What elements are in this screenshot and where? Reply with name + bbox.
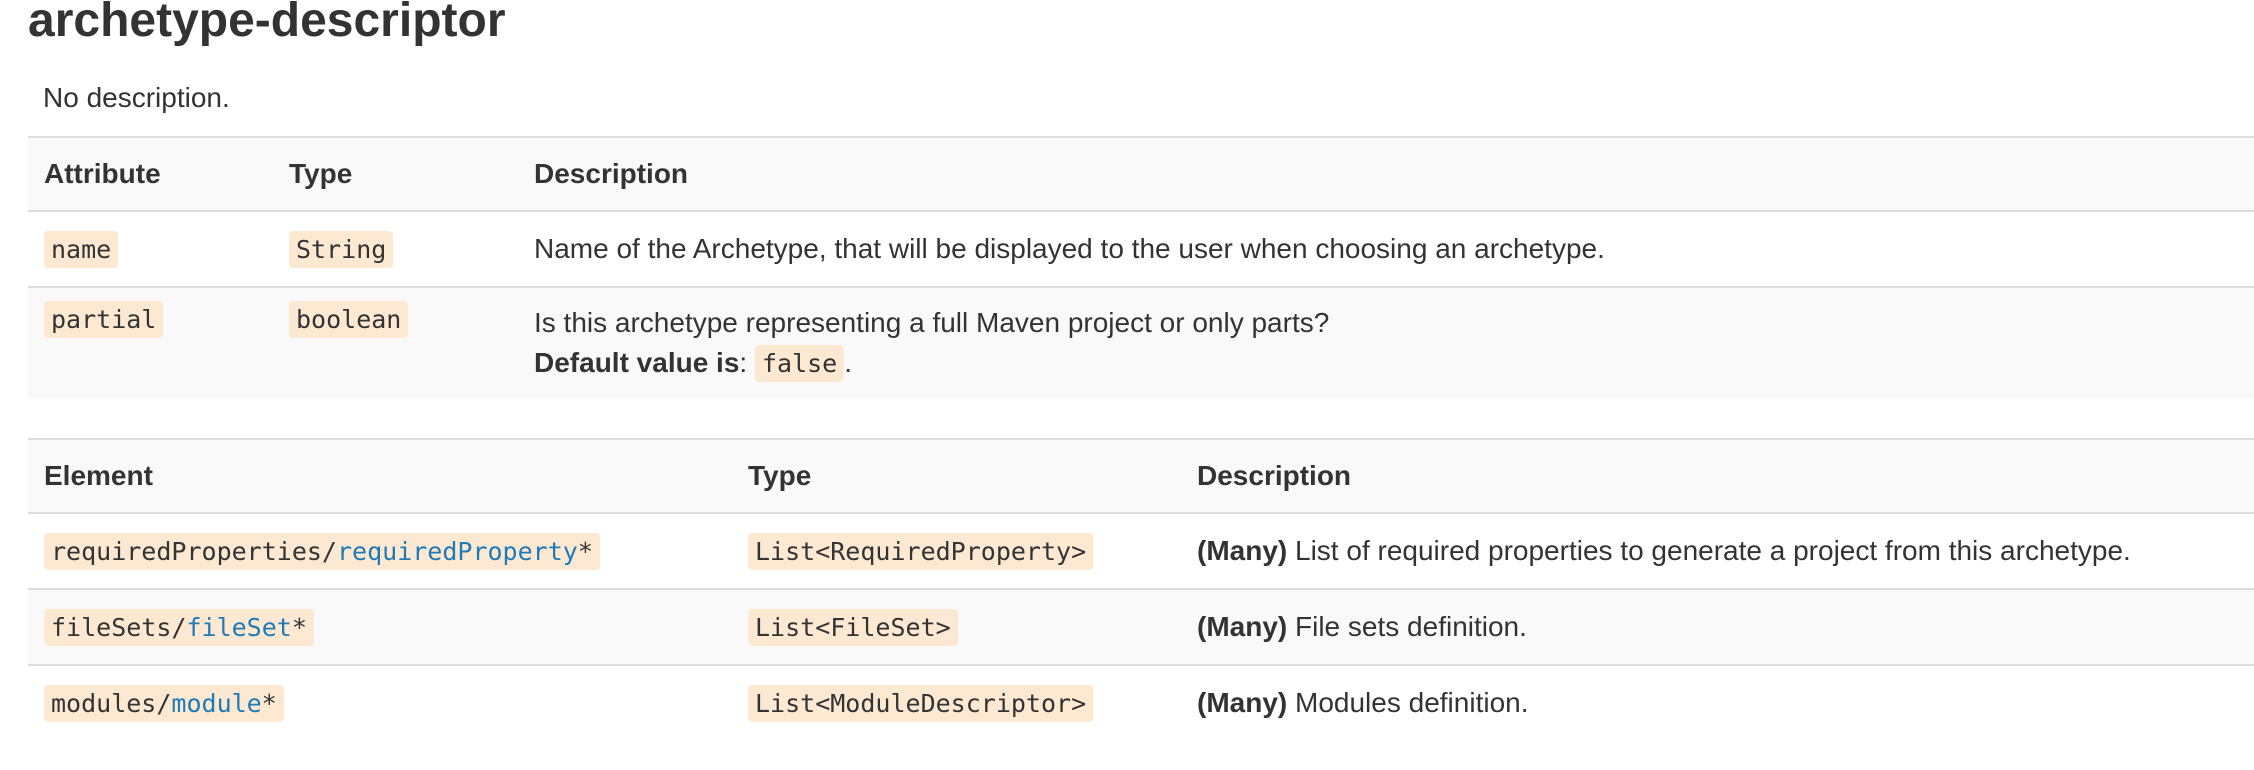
element-many-label: (Many) [1197, 611, 1288, 642]
attribute-description-cell: Is this archetype representing a full Ma… [518, 287, 2254, 399]
element-path-prefix: fileSets/ [51, 613, 187, 642]
attribute-description: Name of the Archetype, that will be disp… [534, 233, 1605, 264]
element-path-cell: fileSets/fileSet* [28, 589, 732, 665]
attributes-header-attribute: Attribute [44, 158, 161, 189]
attribute-row-name: name String Name of the Archetype, that … [28, 211, 2254, 287]
element-many-label: (Many) [1197, 687, 1288, 718]
element-type: List<RequiredProperty> [748, 533, 1094, 570]
default-value: false [754, 345, 845, 382]
element-type-cell: List<RequiredProperty> [732, 513, 1181, 589]
elements-header-row: Element Type Description [28, 439, 2254, 513]
element-type: List<ModuleDescriptor> [748, 685, 1094, 722]
attribute-name: name [44, 231, 119, 268]
element-link-required-property[interactable]: requiredProperty [337, 537, 578, 566]
element-path-prefix: modules/ [51, 689, 172, 718]
attribute-type-cell: String [273, 211, 518, 287]
element-link-file-set[interactable]: fileSet [186, 613, 291, 642]
attributes-header-description: Description [534, 158, 689, 189]
element-type-cell: List<ModuleDescriptor> [732, 665, 1181, 740]
attribute-type-cell: boolean [273, 287, 518, 399]
attribute-name: partial [44, 301, 164, 338]
element-path: requiredProperties/requiredProperty* [44, 533, 600, 570]
element-path: fileSets/fileSet* [44, 609, 314, 646]
element-description: File sets definition. [1295, 611, 1527, 642]
element-path-cell: requiredProperties/requiredProperty* [28, 513, 732, 589]
element-many-label: (Many) [1197, 535, 1288, 566]
element-row-file-sets: fileSets/fileSet* List<FileSet> (Many) F… [28, 589, 2254, 665]
element-description: List of required properties to generate … [1295, 535, 2131, 566]
element-type-cell: List<FileSet> [732, 589, 1181, 665]
element-path: modules/module* [44, 685, 284, 722]
element-description: Modules definition. [1295, 687, 1529, 718]
element-path-suffix: * [577, 537, 593, 566]
element-description-cell: (Many) List of required properties to ge… [1181, 513, 2254, 589]
element-path-cell: modules/module* [28, 665, 732, 740]
default-value-end: . [844, 347, 853, 378]
attributes-header-row: Attribute Type Description [28, 137, 2254, 211]
elements-header-element: Element [44, 460, 153, 491]
elements-header-description: Description [1197, 460, 1352, 491]
element-row-required-properties: requiredProperties/requiredProperty* Lis… [28, 513, 2254, 589]
elements-table: Element Type Description requiredPropert… [28, 438, 2254, 740]
element-type: List<FileSet> [748, 609, 958, 646]
element-path-prefix: requiredProperties/ [51, 537, 337, 566]
page-title: archetype-descriptor [28, 0, 506, 47]
element-link-module[interactable]: module [171, 689, 261, 718]
attribute-type: String [289, 231, 394, 268]
elements-header-type: Type [748, 460, 812, 491]
attribute-name-cell: partial [28, 287, 273, 399]
element-description-cell: (Many) File sets definition. [1181, 589, 2254, 665]
attribute-description: Is this archetype representing a full Ma… [534, 307, 1330, 338]
attributes-table: Attribute Type Description name String N… [28, 136, 2254, 399]
attributes-header-type: Type [289, 158, 353, 189]
element-row-modules: modules/module* List<ModuleDescriptor> (… [28, 665, 2254, 740]
attribute-name-cell: name [28, 211, 273, 287]
default-value-label: Default value is [534, 347, 740, 378]
attribute-type: boolean [289, 301, 409, 338]
attribute-row-partial: partial boolean Is this archetype repres… [28, 287, 2254, 399]
element-path-suffix: * [291, 613, 307, 642]
default-value-separator: : [739, 347, 748, 378]
page-description: No description. [43, 82, 230, 113]
element-description-cell: (Many) Modules definition. [1181, 665, 2254, 740]
element-path-suffix: * [261, 689, 277, 718]
